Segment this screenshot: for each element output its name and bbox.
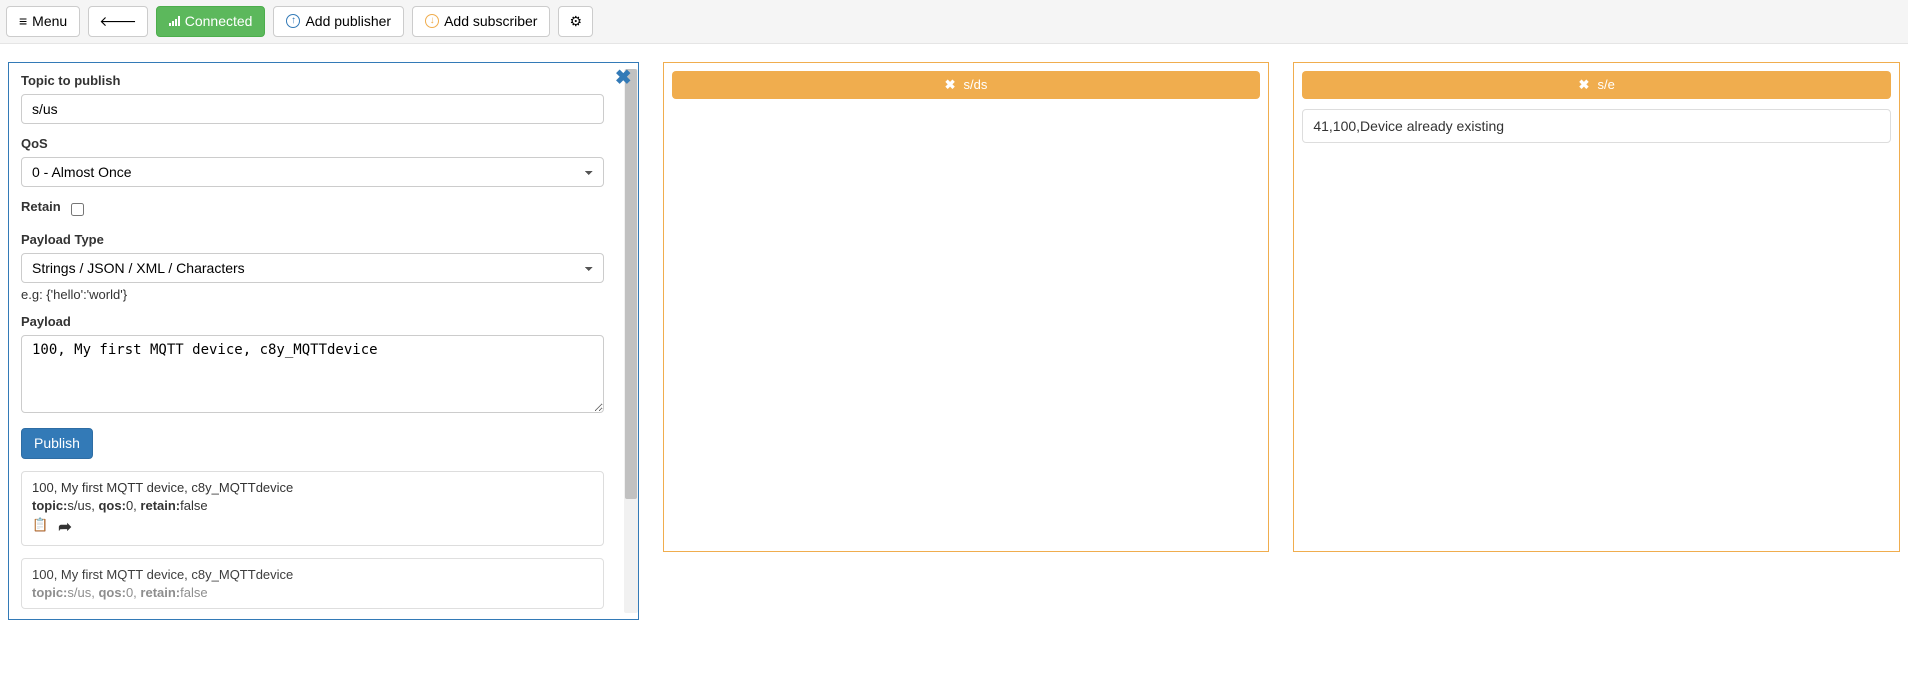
publish-button[interactable]: Publish	[21, 428, 93, 459]
back-button[interactable]: 🡐	[88, 6, 148, 37]
payload-type-select[interactable]: Strings / JSON / XML / Characters	[21, 253, 604, 283]
history-item: 100, My first MQTT device, c8y_MQTTdevic…	[21, 558, 604, 609]
arrow-down-circle-icon	[425, 14, 439, 28]
settings-button[interactable]	[558, 6, 593, 37]
history-qos-value: 0,	[126, 498, 137, 513]
history-topic-label: topic:	[32, 585, 67, 600]
history-item: 100, My first MQTT device, c8y_MQTTdevic…	[21, 471, 604, 546]
clipboard-icon[interactable]	[32, 517, 48, 537]
add-publisher-label: Add publisher	[305, 13, 391, 30]
connected-label: Connected	[185, 13, 253, 30]
qos-label: QoS	[21, 136, 604, 151]
payload-type-hint: e.g: {'hello':'world'}	[21, 287, 604, 302]
bars-icon: ≡	[19, 13, 27, 30]
topic-label: Topic to publish	[21, 73, 604, 88]
history-actions	[32, 517, 593, 537]
history-payload: 100, My first MQTT device, c8y_MQTTdevic…	[32, 567, 593, 582]
main-columns: ✖ Topic to publish QoS 0 - Almost Once R…	[0, 44, 1908, 638]
menu-label: Menu	[32, 13, 67, 30]
subscriber-message: 41,100,Device already existing	[1302, 109, 1891, 143]
payload-textarea[interactable]	[21, 335, 604, 413]
gear-icon	[569, 13, 582, 30]
history-topic-value: s/us,	[67, 585, 94, 600]
topic-input[interactable]	[21, 94, 604, 124]
history-retain-value: false	[180, 498, 207, 513]
scrollbar-thumb[interactable]	[625, 69, 637, 499]
payload-label: Payload	[21, 314, 604, 329]
menu-button[interactable]: ≡ Menu	[6, 6, 80, 37]
arrow-up-circle-icon	[286, 14, 300, 28]
qos-select[interactable]: 0 - Almost Once	[21, 157, 604, 187]
history-qos-label: qos:	[98, 498, 125, 513]
close-icon[interactable]: ✖	[945, 77, 956, 93]
history-retain-label: retain:	[140, 585, 180, 600]
subscriber-header[interactable]: ✖ s/e	[1302, 71, 1891, 99]
publisher-form: Topic to publish QoS 0 - Almost Once Ret…	[21, 73, 626, 609]
subscriber-topic: s/e	[1597, 77, 1614, 92]
subscriber-panel: ✖ s/ds	[663, 62, 1270, 552]
arrow-left-icon: 🡐	[99, 13, 137, 30]
retain-label: Retain	[21, 199, 61, 214]
publisher-panel: ✖ Topic to publish QoS 0 - Almost Once R…	[8, 62, 639, 620]
add-subscriber-label: Add subscriber	[444, 13, 537, 30]
close-icon[interactable]: ✖	[1579, 77, 1590, 93]
history-meta: topic:s/us, qos:0, retain:false	[32, 498, 593, 513]
publisher-scrollbar[interactable]	[624, 69, 638, 613]
history-meta: topic:s/us, qos:0, retain:false	[32, 585, 593, 600]
history-retain-label: retain:	[140, 498, 180, 513]
history-payload: 100, My first MQTT device, c8y_MQTTdevic…	[32, 480, 593, 495]
retain-checkbox[interactable]	[71, 203, 84, 216]
subscriber-panel: ✖ s/e 41,100,Device already existing	[1293, 62, 1900, 552]
history-qos-label: qos:	[98, 585, 125, 600]
subscriber-topic: s/ds	[964, 77, 988, 92]
connected-button[interactable]: Connected	[156, 6, 266, 37]
add-subscriber-button[interactable]: Add subscriber	[412, 6, 550, 37]
history-qos-value: 0,	[126, 585, 137, 600]
close-publisher-button[interactable]: ✖	[615, 65, 632, 90]
history-topic-label: topic:	[32, 498, 67, 513]
payload-type-label: Payload Type	[21, 232, 604, 247]
add-publisher-button[interactable]: Add publisher	[273, 6, 404, 37]
signal-icon	[169, 16, 180, 26]
history-retain-value: false	[180, 585, 207, 600]
top-toolbar: ≡ Menu 🡐 Connected Add publisher Add sub…	[0, 0, 1908, 44]
history-topic-value: s/us,	[67, 498, 94, 513]
share-icon[interactable]	[58, 517, 71, 537]
subscriber-header[interactable]: ✖ s/ds	[672, 71, 1261, 99]
